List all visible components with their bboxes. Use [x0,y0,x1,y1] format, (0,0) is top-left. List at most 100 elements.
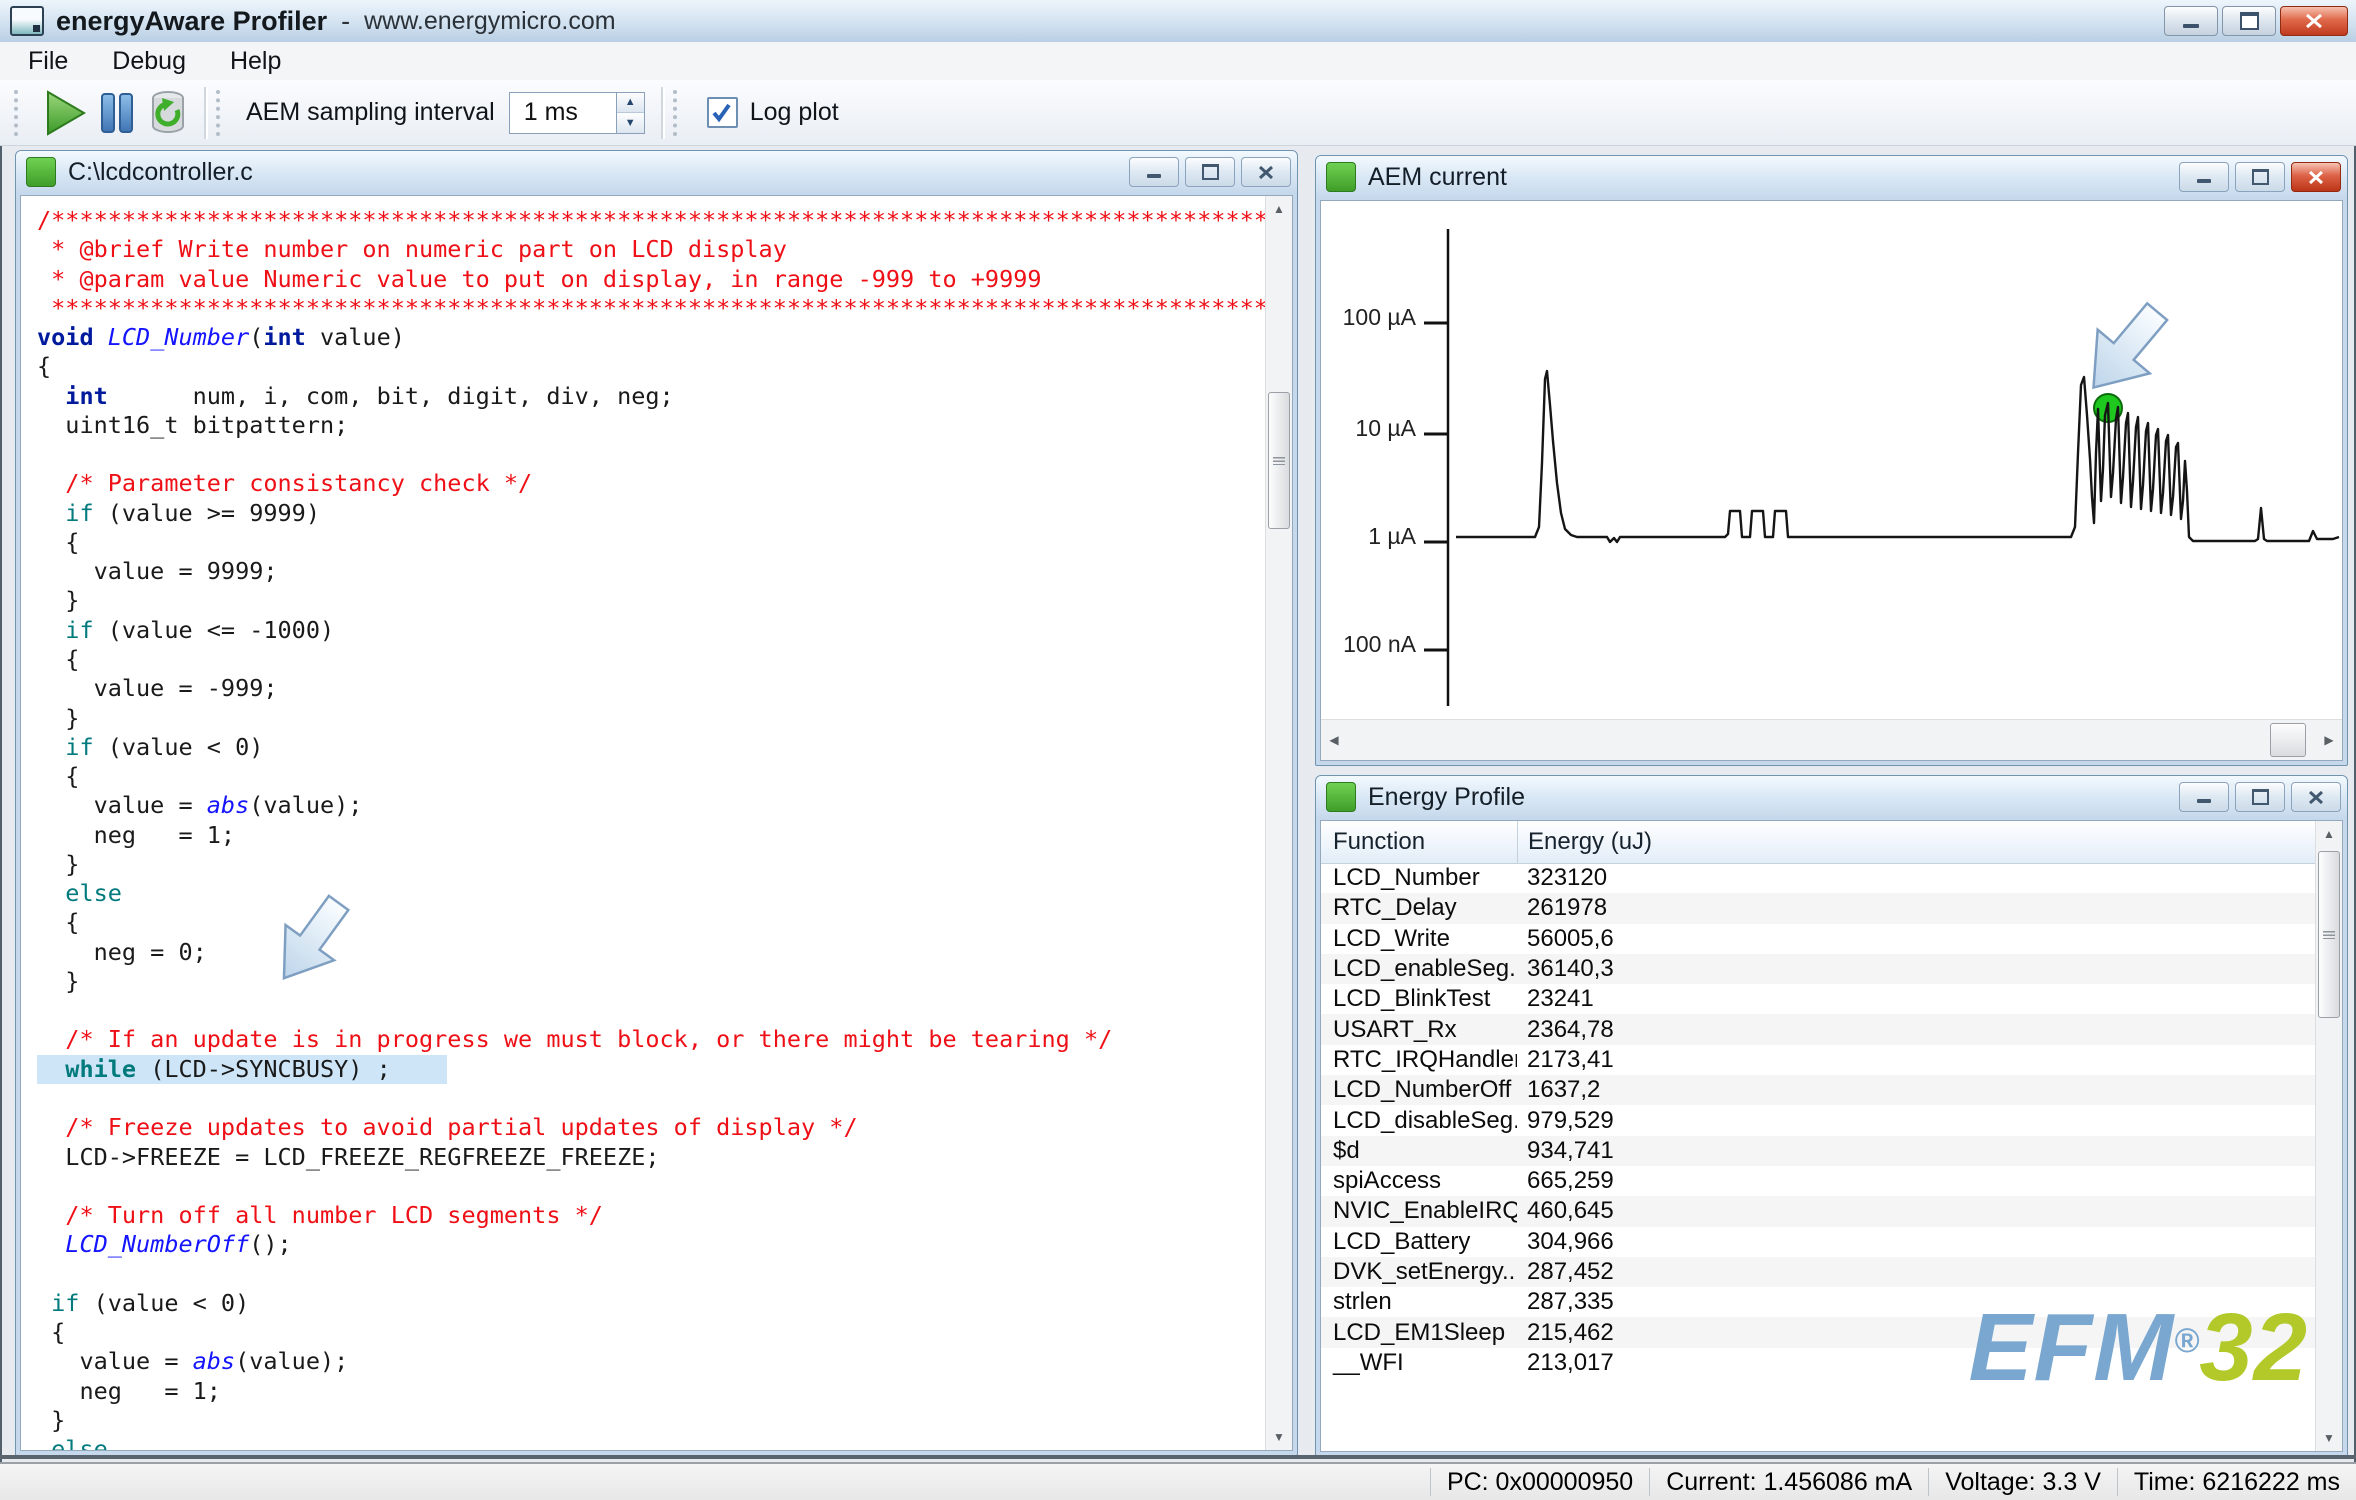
toolbar-grip[interactable] [673,90,681,136]
status-current: Current: 1.456086 mA [1649,1468,1928,1496]
window-inner-border [0,1455,2356,1459]
code-line: } [37,586,1262,615]
restore-icon [2252,169,2269,185]
scroll-right-arrow[interactable]: ▶ [2316,720,2342,760]
code-line: } [37,850,1262,879]
scroll-down-arrow[interactable]: ▼ [2316,1425,2342,1451]
toolbar-grip[interactable] [216,90,224,136]
table-row[interactable]: LCD_Write56005,6 [1321,924,2316,954]
code-close-button[interactable] [1241,157,1291,187]
aem-horizontal-scrollbar[interactable]: ◀ ▶ [1321,719,2342,760]
app-title: energyAware Profiler [56,6,327,37]
column-header-function[interactable]: Function [1321,821,1518,863]
sampling-interval-input[interactable]: 1 ms [509,92,617,134]
app-subtitle: www.energymicro.com [364,7,615,36]
energy-vertical-scrollbar[interactable]: ▲ ▼ [2315,821,2342,1451]
application-window: energyAware Profiler - www.energymicro.c… [0,0,2356,1500]
svg-text:100 µA: 100 µA [1343,304,1417,330]
scrollbar-thumb[interactable] [1268,392,1290,529]
code-line: neg = 1; [37,1377,1262,1406]
app-icon [10,6,44,36]
table-row[interactable]: LCD_Number323120 [1321,863,2316,893]
scrollbar-thumb[interactable] [2318,851,2340,1018]
code-line: } [37,704,1262,733]
toolbar-grip[interactable] [14,90,22,136]
title-bar[interactable]: energyAware Profiler - www.energymicro.c… [0,0,2356,43]
close-button[interactable] [2280,6,2348,36]
spinner-down-button[interactable]: ▼ [617,113,644,133]
status-bar: PC: 0x00000950Current: 1.456086 mAVoltag… [0,1462,2356,1500]
code-editor[interactable]: /***************************************… [21,196,1292,1450]
aem-window-body: 100 µA10 µA1 µA100 nA ◀ ▶ [1320,200,2343,761]
code-restore-button[interactable] [1185,157,1235,187]
table-row[interactable]: spiAccess665,259 [1321,1166,2316,1196]
code-window-titlebar[interactable]: C:\lcdcontroller.c [16,151,1297,193]
table-row[interactable]: DVK_setEnergy...287,452 [1321,1257,2316,1287]
log-plot-checkbox[interactable] [707,97,738,128]
table-row[interactable]: LCD_BlinkTest23241 [1321,984,2316,1014]
energy-window-titlebar[interactable]: Energy Profile [1316,776,2347,818]
aem-close-button[interactable] [2291,162,2341,192]
menu-bar[interactable]: FileDebugHelp [0,42,2356,81]
maximize-button[interactable] [2222,6,2276,36]
code-line: ****************************************… [37,294,1262,323]
run-button[interactable] [46,90,86,136]
energy-restore-button[interactable] [2235,782,2285,812]
sampling-interval-label: AEM sampling interval [246,98,495,127]
code-line: else [37,1435,1262,1450]
minimize-icon [1147,174,1161,178]
svg-text:1 µA: 1 µA [1368,523,1416,549]
table-row[interactable]: NVIC_EnableIRQ460,645 [1321,1196,2316,1226]
table-row[interactable]: LCD_disableSeg...979,529 [1321,1105,2316,1135]
energy-minimize-button[interactable] [2179,782,2229,812]
code-line: int num, i, com, bit, digit, div, neg; [37,382,1262,411]
reset-button[interactable] [148,90,188,136]
code-line: } [37,1406,1262,1435]
sampling-interval-stepper[interactable]: 1 ms ▲ ▼ [509,92,645,134]
menu-item-file[interactable]: File [6,42,90,80]
status-time: Time: 6216222 ms [2117,1468,2356,1496]
energy-window: Energy Profile Function Energy (uJ) LCD_… [1315,775,2348,1457]
code-line: if (value < 0) [37,733,1262,762]
toolbar: AEM sampling interval 1 ms ▲ ▼ Log plot [0,80,2356,146]
pause-button[interactable] [100,92,134,134]
efm32-logo: EFM®32 [1969,1293,2308,1403]
table-row[interactable]: RTC_IRQHandler2173,41 [1321,1045,2316,1075]
scroll-left-arrow[interactable]: ◀ [1321,720,1347,760]
table-row[interactable]: LCD_NumberOff1637,2 [1321,1075,2316,1105]
scroll-up-arrow[interactable]: ▲ [1266,196,1292,222]
code-minimize-button[interactable] [1129,157,1179,187]
energy-window-icon [1326,782,1356,812]
scroll-up-arrow[interactable]: ▲ [2316,821,2342,847]
code-line: /* If an update is in progress we must b… [37,1025,1262,1054]
energy-close-button[interactable] [2291,782,2341,812]
spinner-up-button[interactable]: ▲ [617,93,644,114]
code-line: { [37,528,1262,557]
menu-item-debug[interactable]: Debug [90,42,208,80]
code-window: C:\lcdcontroller.c /********************… [15,150,1298,1456]
aem-restore-button[interactable] [2235,162,2285,192]
code-line: /***************************************… [37,206,1262,235]
code-line: { [37,645,1262,674]
code-line: if (value <= -1000) [37,616,1262,645]
table-row[interactable]: USART_Rx2364,78 [1321,1014,2316,1044]
aem-window-titlebar[interactable]: AEM current [1316,156,2347,198]
aem-window-title: AEM current [1368,163,1507,192]
code-line [37,1172,1262,1201]
menu-item-help[interactable]: Help [208,42,303,80]
scrollbar-thumb[interactable] [2270,723,2306,757]
table-row[interactable]: RTC_Delay261978 [1321,893,2316,923]
maximize-icon [2240,12,2259,30]
minimize-button[interactable] [2164,6,2218,36]
minimize-icon [2197,179,2211,183]
table-row[interactable]: LCD_enableSeg...36140,3 [1321,954,2316,984]
table-row[interactable]: $d934,741 [1321,1136,2316,1166]
column-header-energy[interactable]: Energy (uJ) [1518,821,2316,863]
table-row[interactable]: LCD_Battery304,966 [1321,1227,2316,1257]
status-voltage: Voltage: 3.3 V [1928,1468,2117,1496]
scroll-down-arrow[interactable]: ▼ [1266,1424,1292,1450]
code-vertical-scrollbar[interactable]: ▲ ▼ [1265,196,1292,1450]
minimize-icon [2197,799,2211,803]
aem-minimize-button[interactable] [2179,162,2229,192]
code-line: neg = 0; [37,938,1262,967]
